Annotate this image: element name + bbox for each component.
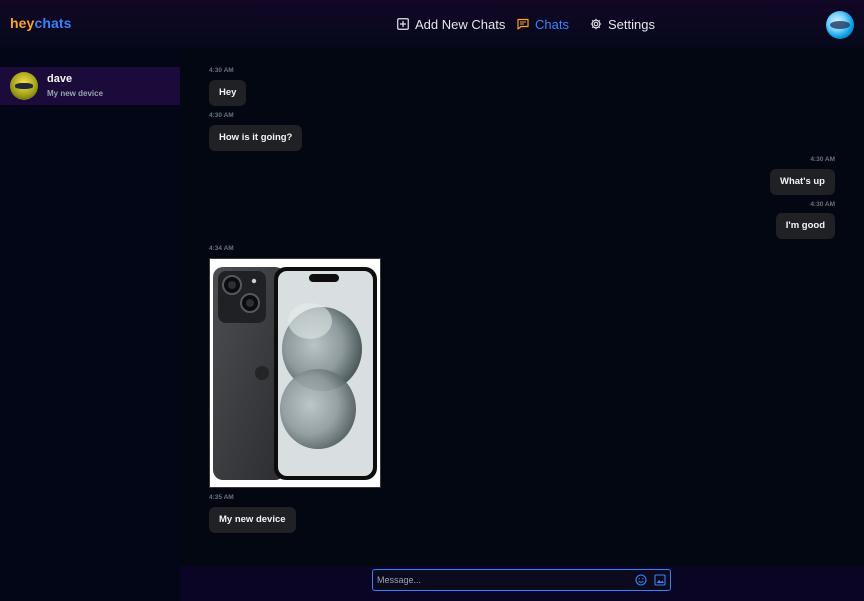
plus-square-icon [397, 18, 409, 30]
phone-photo [213, 267, 377, 480]
message-image[interactable] [209, 258, 381, 488]
settings-nav[interactable]: Settings [590, 15, 655, 33]
message-timestamp: 4:30 AM [209, 67, 234, 74]
contact-preview: My new device [47, 89, 104, 98]
logo-text-hey: hey [10, 15, 35, 31]
image-icon[interactable] [654, 574, 666, 586]
sidebar: dave My new device [0, 48, 180, 601]
message-timestamp: 4:30 AM [209, 112, 234, 119]
message-bubble-incoming: Hey [209, 80, 247, 106]
add-new-chats-label: Add New Chats [415, 16, 506, 32]
smiley-icon[interactable] [635, 574, 647, 586]
message-bubble-incoming: My new device [209, 507, 296, 533]
app-logo[interactable]: heychats [10, 15, 72, 31]
message-timestamp: 4:34 AM [209, 245, 234, 252]
top-bar: heychats Add New Chats Chats Settings [0, 0, 864, 48]
gear-icon [590, 18, 602, 30]
message-input[interactable] [377, 572, 627, 588]
add-new-chats-nav[interactable]: Add New Chats [397, 15, 505, 33]
chat-bubble-icon [517, 18, 529, 30]
settings-label: Settings [608, 16, 655, 32]
message-timestamp: 4:30 AM [810, 201, 835, 208]
message-bubble-outgoing: I'm good [775, 213, 835, 239]
contact-avatar [10, 72, 38, 100]
logo-text-chats: chats [34, 15, 72, 31]
chats-label: Chats [535, 16, 569, 32]
message-timestamp: 4:35 AM [209, 494, 234, 501]
composer [372, 569, 671, 591]
contact-name: dave [47, 73, 73, 85]
message-bubble-outgoing: What's up [769, 169, 835, 195]
chats-nav[interactable]: Chats [517, 15, 569, 33]
contact-item-dave[interactable]: dave My new device [0, 67, 180, 105]
user-avatar[interactable] [826, 11, 854, 39]
message-bubble-incoming: How is it going? [209, 125, 303, 151]
message-timestamp: 4:30 AM [810, 156, 835, 163]
